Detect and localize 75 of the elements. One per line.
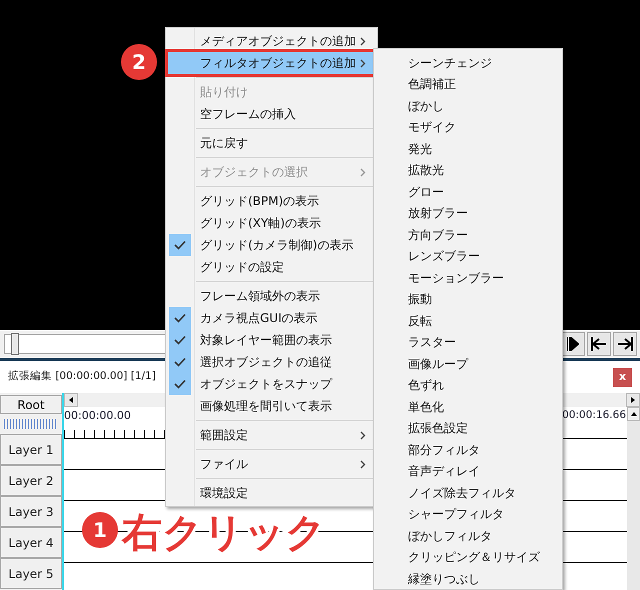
jump-end-button[interactable] [613, 332, 637, 356]
timecode: 00:00:00.00 [64, 408, 131, 424]
menu-item[interactable]: 単色化 [374, 396, 562, 418]
jump-start-button[interactable] [587, 332, 611, 356]
menu-item[interactable]: 発光 [374, 138, 562, 160]
jump-end-icon [617, 337, 633, 351]
menu-item[interactable]: 元に戻す [168, 132, 375, 154]
menu-item[interactable]: 反転 [374, 310, 562, 332]
menu-item[interactable]: レンズブラー [374, 246, 562, 267]
menu-item[interactable]: 対象レイヤー範囲の表示 [168, 329, 375, 351]
root-button[interactable]: Root [0, 395, 62, 414]
menu-item[interactable]: 環境設定 [168, 482, 375, 504]
chevron-right-icon [360, 460, 366, 468]
scroll-left-button[interactable] [64, 393, 78, 407]
menu-item[interactable]: シーンチェンジ [374, 52, 562, 74]
menu-item[interactable]: ラスター [374, 332, 562, 353]
menu-item[interactable]: ファイル [168, 453, 375, 475]
menu-item[interactable]: 選択オブジェクトの追従 [168, 351, 375, 373]
menu-item[interactable]: 色調補正 [374, 74, 562, 95]
chevron-right-icon [360, 168, 366, 176]
layer-button[interactable]: Layer 1 [0, 434, 62, 465]
up-arrow-icon [630, 412, 636, 416]
checkmark-icon [174, 357, 186, 367]
layer-button[interactable]: Layer 2 [0, 465, 62, 496]
play-icon [567, 337, 579, 351]
checkmark-icon [174, 335, 186, 345]
layer-button[interactable]: Layer 3 [0, 496, 62, 527]
menu-item[interactable]: 音声ディレイ [374, 460, 562, 482]
menu-item[interactable]: 画像ループ [374, 353, 562, 374]
scroll-up-button[interactable] [627, 407, 640, 421]
menu-item[interactable]: グロー [374, 181, 562, 202]
menu-item[interactable]: フィルタオブジェクトの追加 [168, 52, 375, 74]
layer-button[interactable]: Layer 4 [0, 527, 62, 558]
checkmark-icon [174, 379, 186, 389]
scroll-right-button[interactable] [626, 393, 640, 407]
chevron-right-icon [360, 36, 366, 46]
timeline-title: 拡張編集 [00:00:00.00] [1/1] [8, 369, 156, 384]
chevron-right-icon [360, 58, 366, 68]
menu-item[interactable]: 方向ブラー [374, 224, 562, 246]
menu-item[interactable]: 放射ブラー [374, 202, 562, 224]
slider-thumb[interactable] [11, 333, 19, 355]
timecode: 00:00:16.66 [562, 408, 626, 424]
menu-item[interactable]: 振動 [374, 288, 562, 310]
menu-item[interactable]: メディアオブジェクトの追加 [168, 30, 375, 52]
menu-item[interactable]: 画像処理を間引いて表示 [168, 395, 375, 417]
menu-item[interactable]: ノイズ除去フィルタ [374, 482, 562, 504]
menu-item[interactable]: グリッドの設定 [168, 256, 375, 278]
menu-item[interactable]: モザイク [374, 116, 562, 138]
menu-item[interactable]: 縁塗りつぶし [374, 568, 562, 590]
menu-item[interactable]: オブジェクトをスナップ [168, 373, 375, 395]
menu-item[interactable]: グリッド(XY軸)の表示 [168, 212, 375, 234]
layer-button[interactable]: Layer 5 [0, 558, 62, 589]
menu-item[interactable]: グリッド(カメラ制御)の表示 [168, 234, 375, 256]
menu-item[interactable]: ぼかし [374, 95, 562, 116]
menu-item[interactable]: クリッピング＆リサイズ [374, 546, 562, 568]
menu-item[interactable]: フレーム領域外の表示 [168, 285, 375, 307]
close-button[interactable]: x [613, 368, 632, 386]
menu-item[interactable]: ぼかしフィルタ [374, 525, 562, 546]
checkmark-icon [174, 313, 186, 323]
left-arrow-icon [69, 397, 73, 403]
jump-start-icon [591, 337, 607, 351]
menu-item[interactable]: シャープフィルタ [374, 504, 562, 525]
menu-item[interactable]: 拡張色設定 [374, 418, 562, 439]
chevron-right-icon [360, 430, 366, 440]
checkmark-icon [174, 240, 186, 250]
menu-item[interactable]: 拡散光 [374, 160, 562, 181]
menu-item[interactable]: モーションブラー [374, 267, 562, 288]
menu-item[interactable]: 部分フィルタ [374, 439, 562, 460]
right-arrow-icon [631, 397, 635, 403]
menu-item[interactable]: グリッド(BPM)の表示 [168, 190, 375, 212]
menu-item[interactable]: 色ずれ [374, 374, 562, 396]
menu-item[interactable]: カメラ視点GUIの表示 [168, 307, 375, 329]
play-button[interactable] [561, 332, 585, 356]
menu-item[interactable]: 範囲設定 [168, 424, 375, 446]
menu-item[interactable]: 空フレームの挿入 [168, 103, 375, 125]
